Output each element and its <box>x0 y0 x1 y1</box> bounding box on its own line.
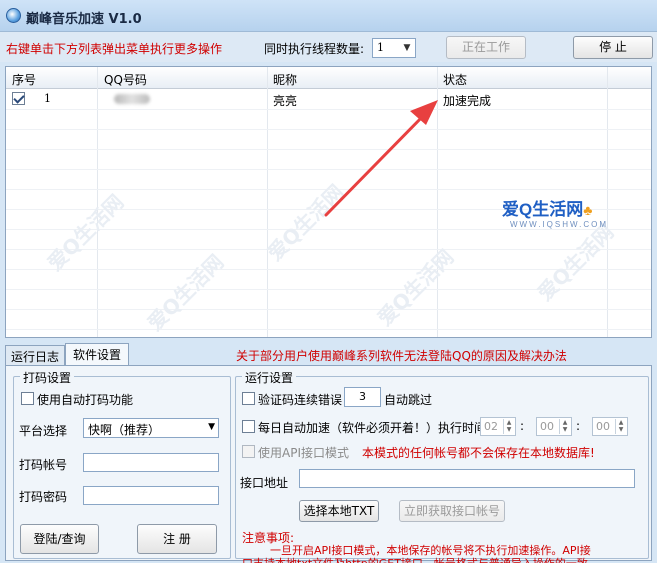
logo-text: 爱Q生活网 <box>502 200 584 219</box>
time-second-spinner[interactable]: 00 ▲ ▼ <box>592 417 628 436</box>
time-hour-spinner[interactable]: 02 ▲ ▼ <box>480 417 516 436</box>
site-logo-watermark: 爱Q生活网♣ WWW.IQSHW.COM <box>502 195 608 229</box>
login-query-button[interactable]: 登陆/查询 <box>20 524 99 554</box>
captcha-settings-group: 打码设置 使用自动打码功能 平台选择 快啊（推荐） ▼ 打码帐号 打码密码 登陆… <box>13 369 231 559</box>
time-separator: : <box>576 419 581 433</box>
spinner-arrows-icon[interactable]: ▲ ▼ <box>559 419 570 434</box>
spinner-arrows-icon[interactable]: ▲ ▼ <box>615 419 626 434</box>
notes-line-2: 口支持本地txt文件及http的GET接口，帐号格式与普通导入操作的一致。 <box>242 555 599 563</box>
api-mode-label: 使用API接口模式 <box>258 446 349 460</box>
time-hour-value: 02 <box>484 420 498 433</box>
logo-url: WWW.IQSHW.COM <box>510 220 608 229</box>
api-mode-warning: 本模式的任何帐号都不会保存在本地数据库! <box>362 446 595 460</box>
auto-captcha-checkbox[interactable] <box>21 392 34 405</box>
login-issue-link[interactable]: 关于部分用户使用巅峰系列软件无法登陆QQ的原因及解决办法 <box>236 347 567 364</box>
chevron-down-icon: ▼ <box>208 422 215 432</box>
tab-software-settings[interactable]: 软件设置 <box>65 343 129 366</box>
fetch-api-accounts-button[interactable]: 立即获取接口帐号 <box>399 500 505 522</box>
platform-select[interactable]: 快啊（推荐） ▼ <box>83 418 219 438</box>
context-menu-hint: 右键单击下方列表弹出菜单执行更多操作 <box>6 42 223 56</box>
api-address-label: 接口地址 <box>240 476 289 490</box>
chevron-down-icon: ▼ <box>403 43 411 53</box>
account-list[interactable]: 序号 QQ号码 昵称 状态 爱Q生活网 爱Q生活网 爱Q生活网 爱Q生活网 爱Q… <box>5 66 652 338</box>
captcha-account-input[interactable] <box>83 453 219 472</box>
tab-run-log[interactable]: 运行日志 <box>5 345 65 365</box>
working-button[interactable]: 正在工作 <box>446 36 526 59</box>
title-bar: 巅峰音乐加速 V1.0 <box>0 0 657 32</box>
spinner-arrows-icon[interactable]: ▲ ▼ <box>503 419 514 434</box>
captcha-error-count-input[interactable]: 3 <box>344 387 381 407</box>
captcha-password-input[interactable] <box>83 486 219 505</box>
captcha-error-suffix: 自动跳过 <box>384 393 433 407</box>
threads-select[interactable]: 1 ▼ <box>372 38 416 58</box>
captcha-error-label: 验证码连续错误 <box>258 393 343 407</box>
captcha-error-checkbox[interactable] <box>242 392 255 405</box>
daily-accelerate-label: 每日自动加速（软件必须开着！）执行时间 <box>258 421 487 435</box>
time-second-value: 00 <box>596 420 610 433</box>
auto-captcha-label: 使用自动打码功能 <box>37 393 134 407</box>
captcha-account-label: 打码帐号 <box>19 458 68 472</box>
captcha-password-label: 打码密码 <box>19 490 68 504</box>
select-local-txt-button[interactable]: 选择本地TXT <box>299 500 379 522</box>
window-title: 巅峰音乐加速 V1.0 <box>26 12 142 27</box>
platform-value: 快啊（推荐） <box>88 423 161 437</box>
daily-accelerate-checkbox[interactable] <box>242 420 255 433</box>
time-separator: : <box>520 419 525 433</box>
captcha-settings-legend: 打码设置 <box>20 369 75 386</box>
platform-label: 平台选择 <box>19 424 68 438</box>
api-address-input[interactable] <box>299 469 635 488</box>
api-mode-checkbox[interactable] <box>242 445 255 458</box>
leaf-icon: ♣ <box>583 202 593 218</box>
register-button[interactable]: 注 册 <box>137 524 217 554</box>
run-settings-group: 运行设置 验证码连续错误 3 自动跳过 每日自动加速（软件必须开着！）执行时间 … <box>235 369 649 563</box>
threads-value: 1 <box>377 41 384 54</box>
time-minute-value: 00 <box>540 420 554 433</box>
threads-label: 同时执行线程数量: <box>264 42 365 56</box>
stop-button[interactable]: 停 止 <box>573 36 653 59</box>
settings-panel: 打码设置 使用自动打码功能 平台选择 快啊（推荐） ▼ 打码帐号 打码密码 登陆… <box>5 365 652 563</box>
run-settings-legend: 运行设置 <box>242 369 297 386</box>
app-icon <box>6 8 21 23</box>
time-minute-spinner[interactable]: 00 ▲ ▼ <box>536 417 572 436</box>
